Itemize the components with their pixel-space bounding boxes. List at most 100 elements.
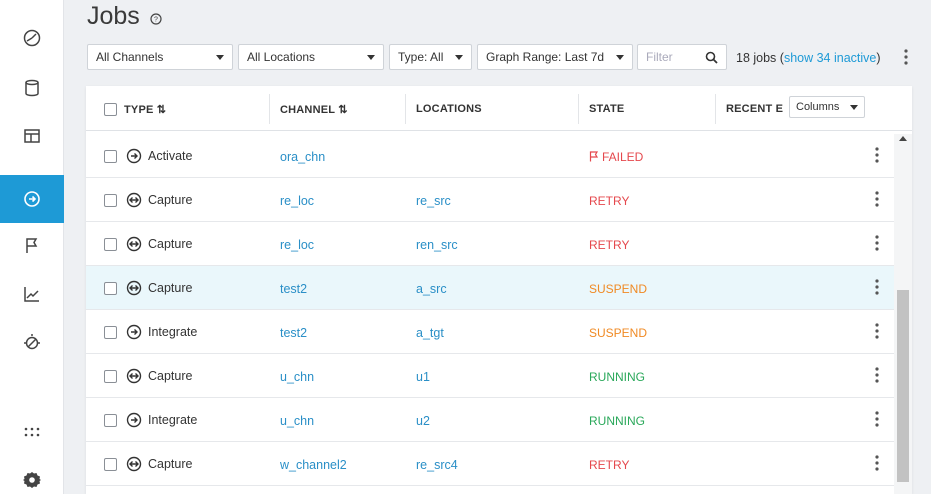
flag-icon bbox=[589, 151, 599, 162]
select-all-checkbox[interactable] bbox=[104, 103, 117, 116]
job-type: Capture bbox=[148, 457, 193, 471]
job-state: SUSPEND bbox=[589, 282, 647, 296]
table-row[interactable]: Capture test2 a_src SUSPEND bbox=[86, 266, 894, 310]
job-state-label: RUNNING bbox=[589, 414, 645, 428]
chart-icon[interactable] bbox=[0, 270, 64, 318]
capture-icon bbox=[126, 280, 142, 296]
capture-icon bbox=[126, 236, 142, 252]
location-link[interactable]: re_src bbox=[416, 194, 451, 208]
col-type[interactable]: TYPE ⇅ bbox=[124, 103, 166, 116]
sidebar bbox=[0, 0, 64, 494]
capture-icon bbox=[126, 192, 142, 208]
more-options-icon[interactable] bbox=[902, 48, 910, 66]
apps-grid-icon[interactable] bbox=[0, 408, 64, 456]
search-icon[interactable] bbox=[705, 51, 718, 64]
help-icon[interactable]: ? bbox=[150, 13, 162, 25]
job-state: SUSPEND bbox=[589, 326, 647, 340]
row-menu-icon[interactable] bbox=[873, 410, 881, 428]
channel-link[interactable]: u_chn bbox=[280, 414, 314, 428]
dashboard-icon[interactable] bbox=[0, 14, 64, 62]
chevron-down-icon bbox=[616, 54, 624, 60]
row-checkbox[interactable] bbox=[104, 458, 117, 471]
channel-link[interactable]: w_channel2 bbox=[280, 458, 347, 472]
job-type: Integrate bbox=[148, 413, 198, 427]
scroll-up-icon[interactable] bbox=[899, 136, 907, 141]
location-link[interactable]: u1 bbox=[416, 370, 430, 384]
row-menu-icon[interactable] bbox=[873, 278, 881, 296]
table-row[interactable]: Capture re_loc ren_src RETRY bbox=[86, 222, 894, 266]
row-checkbox[interactable] bbox=[104, 194, 117, 207]
table-icon[interactable] bbox=[0, 112, 64, 160]
location-link[interactable]: re_src4 bbox=[416, 458, 458, 472]
channel-link[interactable]: u_chn bbox=[280, 370, 314, 384]
row-menu-icon[interactable] bbox=[873, 454, 881, 472]
table-header: TYPE ⇅ CHANNEL ⇅ LOCATIONS STATE RECENT … bbox=[86, 86, 912, 131]
graph-range-dropdown[interactable]: Graph Range: Last 7d bbox=[477, 44, 633, 70]
scrollbar-thumb[interactable] bbox=[897, 290, 909, 482]
columns-dropdown[interactable]: Columns bbox=[789, 96, 865, 118]
row-checkbox[interactable] bbox=[104, 282, 117, 295]
settings-gear-icon[interactable] bbox=[0, 456, 64, 494]
integrate-icon bbox=[126, 324, 142, 340]
col-locations[interactable]: LOCATIONS bbox=[416, 103, 482, 115]
job-type: Activate bbox=[148, 149, 193, 163]
column-divider bbox=[715, 94, 716, 124]
row-checkbox[interactable] bbox=[104, 414, 117, 427]
job-state-label: SUSPEND bbox=[589, 326, 648, 340]
type-dropdown[interactable]: Type: All bbox=[389, 44, 472, 70]
row-menu-icon[interactable] bbox=[873, 146, 881, 164]
location-link[interactable]: ren_src bbox=[416, 238, 458, 252]
table-row[interactable]: Activate ora_chn FAILED bbox=[86, 134, 894, 178]
monitor-icon[interactable] bbox=[0, 318, 64, 366]
channel-link[interactable]: re_loc bbox=[280, 238, 314, 252]
filter-placeholder: Filter bbox=[646, 50, 673, 64]
row-menu-icon[interactable] bbox=[873, 366, 881, 384]
row-checkbox[interactable] bbox=[104, 150, 117, 163]
row-menu-icon[interactable] bbox=[873, 234, 881, 252]
col-state[interactable]: STATE bbox=[589, 103, 624, 115]
row-checkbox[interactable] bbox=[104, 370, 117, 383]
jobs-icon[interactable] bbox=[0, 175, 64, 223]
job-state-label: FAILED bbox=[602, 150, 644, 164]
channel-link[interactable]: re_loc bbox=[280, 194, 314, 208]
channel-link[interactable]: test2 bbox=[280, 282, 307, 296]
table-row[interactable]: Integrate test2 a_tgt SUSPEND bbox=[86, 310, 894, 354]
row-checkbox[interactable] bbox=[104, 326, 117, 339]
table-row[interactable]: Capture u_chn u1 RUNNING bbox=[86, 354, 894, 398]
scrollbar[interactable] bbox=[894, 134, 912, 494]
channel-link[interactable]: test2 bbox=[280, 326, 307, 340]
filter-input[interactable]: Filter bbox=[637, 44, 727, 70]
chevron-down-icon bbox=[455, 54, 463, 60]
job-state-label: SUSPEND bbox=[589, 282, 648, 296]
job-state: RETRY bbox=[589, 194, 629, 208]
chevron-down-icon bbox=[216, 54, 224, 60]
row-menu-icon[interactable] bbox=[873, 190, 881, 208]
svg-text:?: ? bbox=[154, 17, 158, 24]
row-menu-icon[interactable] bbox=[873, 322, 881, 340]
locations-dropdown[interactable]: All Locations bbox=[238, 44, 384, 70]
channels-dropdown-label: All Channels bbox=[96, 50, 164, 64]
location-link[interactable]: a_tgt bbox=[416, 326, 444, 340]
channels-dropdown[interactable]: All Channels bbox=[87, 44, 233, 70]
location-link[interactable]: a_src bbox=[416, 282, 447, 296]
col-recent[interactable]: RECENT E bbox=[726, 103, 783, 115]
table-row[interactable]: Capture w_channel2 re_src4 RETRY bbox=[86, 442, 894, 486]
capture-icon bbox=[126, 368, 142, 384]
column-divider bbox=[405, 94, 406, 124]
row-checkbox[interactable] bbox=[104, 238, 117, 251]
table-row[interactable]: Capture re_loc re_src RETRY bbox=[86, 178, 894, 222]
database-icon[interactable] bbox=[0, 64, 64, 112]
job-type: Capture bbox=[148, 281, 193, 295]
channel-link[interactable]: ora_chn bbox=[280, 150, 325, 164]
show-inactive-link[interactable]: show 34 inactive bbox=[784, 51, 876, 65]
activate-icon bbox=[126, 148, 142, 164]
locations-dropdown-label: All Locations bbox=[247, 50, 316, 64]
job-state-label: RETRY bbox=[589, 194, 630, 208]
chevron-down-icon bbox=[850, 104, 858, 110]
col-channel[interactable]: CHANNEL ⇅ bbox=[280, 103, 348, 116]
column-divider bbox=[578, 94, 579, 124]
flag-icon[interactable] bbox=[0, 222, 64, 270]
job-state: FAILED bbox=[589, 150, 643, 164]
table-row[interactable]: Integrate u_chn u2 RUNNING bbox=[86, 398, 894, 442]
location-link[interactable]: u2 bbox=[416, 414, 430, 428]
